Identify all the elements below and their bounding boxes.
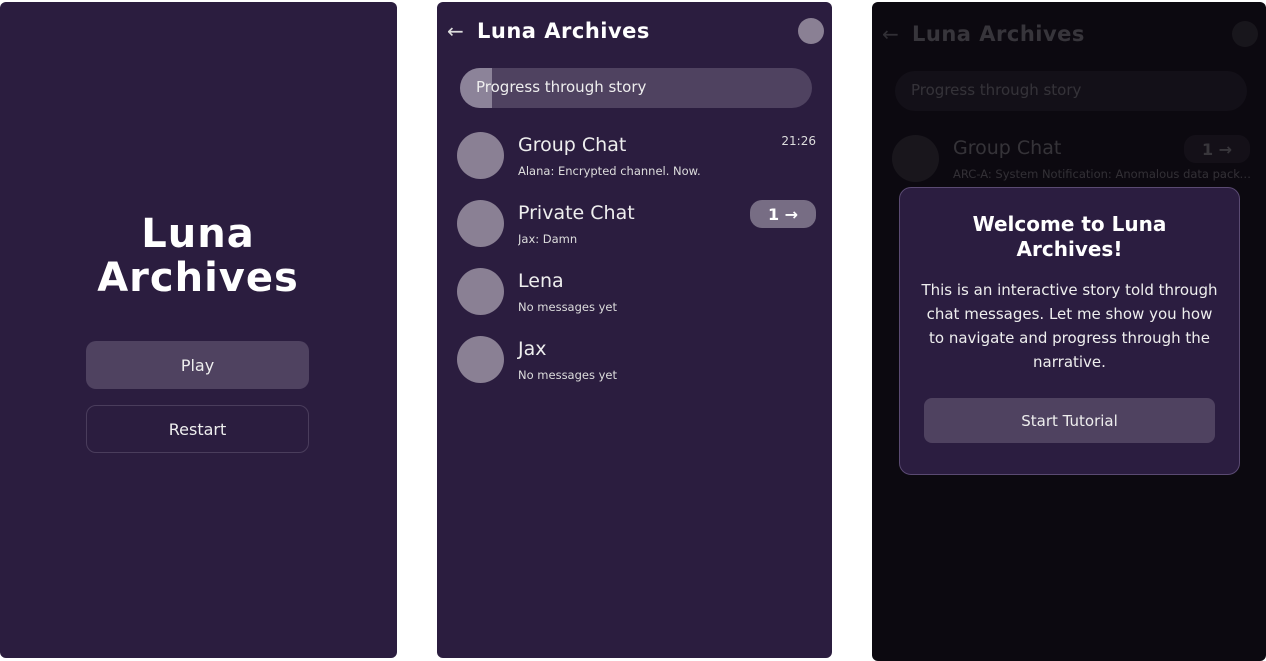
- unread-badge[interactable]: 1 →: [750, 200, 816, 228]
- chat-item-group: Group Chat ARC-A: System Notification: A…: [892, 135, 1253, 195]
- back-arrow-icon[interactable]: ←: [447, 19, 477, 43]
- progress-label: Progress through story: [476, 78, 647, 96]
- modal-title: Welcome to Luna Archives!: [972, 212, 1167, 261]
- chat-item-lena[interactable]: Lena No messages yet: [457, 268, 816, 328]
- chat-name: Jax: [518, 338, 547, 360]
- unread-badge: 1 →: [1184, 135, 1250, 163]
- profile-avatar: [1232, 21, 1258, 47]
- restart-button[interactable]: Restart: [86, 405, 309, 453]
- chat-name: Lena: [518, 270, 564, 292]
- welcome-modal: Welcome to Luna Archives! This is an int…: [899, 187, 1240, 475]
- chat-name: Group Chat: [518, 134, 627, 156]
- chat-time: 21:26: [781, 134, 816, 148]
- modal-body: This is an interactive story told throug…: [921, 281, 1218, 371]
- avatar: [457, 200, 504, 247]
- play-button[interactable]: Play: [86, 341, 309, 389]
- chat-item-private[interactable]: Private Chat Jax: Damn 1 →: [457, 200, 816, 260]
- header-title: Luna Archives: [912, 22, 1085, 46]
- header: ← Luna Archives: [882, 19, 1258, 49]
- profile-avatar[interactable]: [798, 18, 824, 44]
- tutorial-screen: ← Luna Archives Progress through story G…: [872, 2, 1266, 661]
- avatar: [457, 268, 504, 315]
- title-screen: Luna Archives Play Restart: [0, 2, 397, 658]
- progress-label: Progress through story: [911, 81, 1082, 99]
- avatar: [457, 132, 504, 179]
- chat-item-jax[interactable]: Jax No messages yet: [457, 336, 816, 396]
- start-tutorial-button[interactable]: Start Tutorial: [924, 398, 1215, 443]
- back-arrow-icon: ←: [882, 22, 899, 46]
- header: ← Luna Archives: [447, 16, 824, 46]
- avatar: [457, 336, 504, 383]
- story-progress-bar: Progress through story: [460, 68, 812, 108]
- game-title: Luna Archives: [97, 211, 299, 301]
- chat-preview: Alana: Encrypted channel. Now.: [518, 164, 701, 178]
- chat-name: Private Chat: [518, 202, 635, 224]
- chat-preview: No messages yet: [518, 368, 618, 382]
- chat-preview: ARC-A: System Notification: Anomalous da…: [953, 167, 1253, 181]
- chat-list-screen: ← Luna Archives Progress through story G…: [437, 2, 832, 658]
- chat-preview: Jax: Damn: [518, 232, 578, 246]
- chat-name: Group Chat: [953, 137, 1062, 159]
- chat-item-group[interactable]: Group Chat Alana: Encrypted channel. Now…: [457, 132, 816, 192]
- chat-preview: No messages yet: [518, 300, 618, 314]
- header-title: Luna Archives: [477, 19, 650, 43]
- story-progress-bar: Progress through story: [895, 71, 1247, 111]
- avatar: [892, 135, 939, 182]
